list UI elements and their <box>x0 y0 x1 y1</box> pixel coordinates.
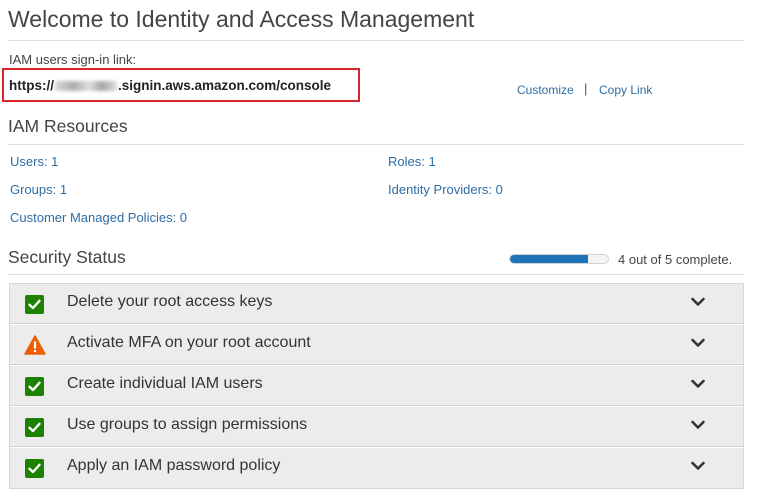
chevron-down-icon[interactable] <box>690 458 706 474</box>
groups-link[interactable]: Groups: 1 <box>10 182 67 197</box>
customize-link[interactable]: Customize <box>517 83 574 97</box>
roles-link[interactable]: Roles: 1 <box>388 154 436 169</box>
title-divider <box>8 40 744 41</box>
link-separator: | <box>584 81 588 96</box>
security-heading: Security Status <box>8 247 126 267</box>
chevron-down-icon[interactable] <box>690 335 706 351</box>
warning-icon <box>24 335 46 355</box>
security-status-list: Delete your root access keys Activate MF… <box>9 283 744 489</box>
status-label: Activate MFA on your root account <box>67 334 311 351</box>
identity-providers-link[interactable]: Identity Providers: 0 <box>388 182 503 197</box>
status-label: Delete your root access keys <box>67 293 273 310</box>
check-icon <box>25 377 44 396</box>
status-row-create-iam-users[interactable]: Create individual IAM users <box>10 365 743 406</box>
resources-heading: IAM Resources <box>8 116 128 136</box>
signin-link[interactable]: https:// .signin.aws.amazon.com/console <box>9 78 331 93</box>
security-divider <box>8 274 744 275</box>
signin-url-prefix: https:// <box>9 78 54 93</box>
check-icon <box>25 295 44 314</box>
signin-label: IAM users sign-in link: <box>9 52 137 67</box>
resources-divider <box>8 144 744 145</box>
chevron-down-icon[interactable] <box>690 417 706 433</box>
customer-managed-policies-link[interactable]: Customer Managed Policies: 0 <box>10 210 187 225</box>
signin-url-suffix: .signin.aws.amazon.com/console <box>118 78 332 93</box>
users-link[interactable]: Users: 1 <box>10 154 58 169</box>
security-progress-fill <box>510 255 589 263</box>
status-row-password-policy[interactable]: Apply an IAM password policy <box>10 447 743 488</box>
status-label: Create individual IAM users <box>67 375 263 392</box>
check-icon <box>25 459 44 478</box>
security-progress-text: 4 out of 5 complete. <box>618 252 733 267</box>
status-label: Apply an IAM password policy <box>67 457 281 474</box>
check-icon <box>25 418 44 437</box>
page-title: Welcome to Identity and Access Managemen… <box>8 6 475 32</box>
redacted-account-alias <box>55 81 117 92</box>
chevron-down-icon[interactable] <box>690 376 706 392</box>
status-row-delete-root-keys[interactable]: Delete your root access keys <box>10 284 743 324</box>
status-row-use-groups[interactable]: Use groups to assign permissions <box>10 406 743 447</box>
status-label: Use groups to assign permissions <box>67 416 308 433</box>
chevron-down-icon[interactable] <box>690 294 706 310</box>
security-progress-bar <box>509 254 609 264</box>
copy-link[interactable]: Copy Link <box>599 83 652 97</box>
status-row-activate-mfa[interactable]: Activate MFA on your root account <box>10 324 743 365</box>
